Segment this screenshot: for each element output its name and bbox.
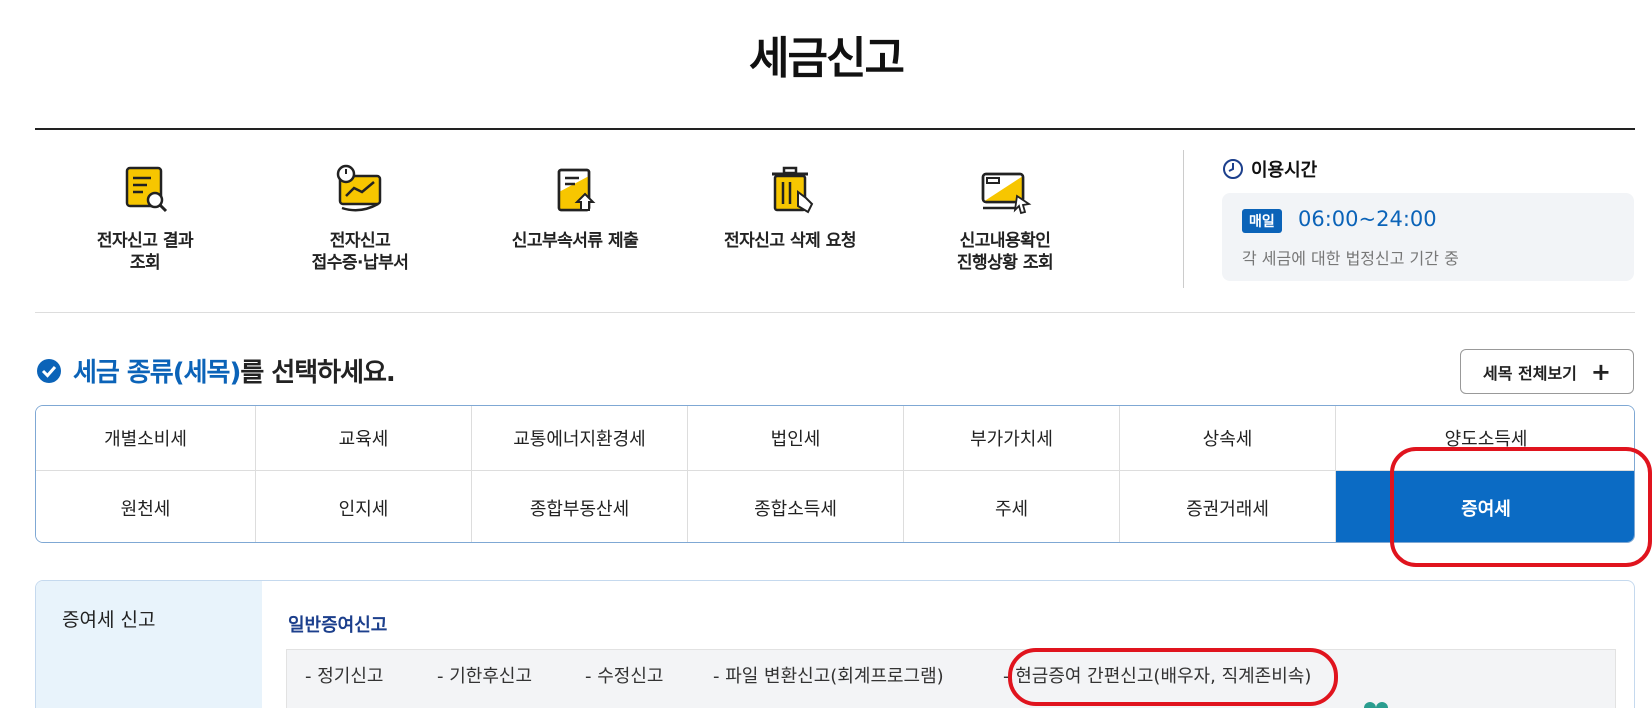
quick-menu: 전자신고 결과 조회 전자신고 접수증·납부서 신고부속서류 제출 전자신고 삭…: [35, 150, 1180, 290]
usage-hours-time: 06:00~24:00: [1298, 207, 1437, 231]
view-all-tax-types-button[interactable]: 세목 전체보기 +: [1460, 349, 1634, 394]
section-divider: [35, 312, 1635, 313]
quick-menu-label: 전자신고 접수증·납부서: [311, 231, 409, 273]
tax-type-withholding[interactable]: 원천세: [36, 471, 256, 542]
gift-tax-report-panel: 증여세 신고 일반증여신고 - 정기신고 - 기한후신고 - 수정신고 - 파일…: [35, 580, 1635, 708]
tax-type-transport-energy[interactable]: 교통에너지환경세: [472, 406, 688, 471]
trash-hand-icon: [772, 166, 814, 214]
tax-type-corporate[interactable]: 법인세: [688, 406, 904, 471]
quick-menu-label: 전자신고 삭제 요청: [724, 231, 856, 251]
report-side-panel: 증여세 신고: [36, 581, 262, 708]
tax-type-individual-consumption[interactable]: 개별소비세: [36, 406, 256, 471]
view-all-label: 세목 전체보기: [1483, 363, 1577, 383]
tax-type-select-heading: 세금 종류(세목)를 선택하세요.: [35, 352, 396, 389]
plus-icon: +: [1590, 357, 1611, 386]
quick-menu-item-attach-docs[interactable]: 신고부속서류 제출: [465, 150, 685, 252]
document-upload-icon: [557, 168, 596, 212]
quick-menu-item-review-status[interactable]: 신고내용확인 진행상황 조회: [895, 150, 1115, 274]
clock-icon: [1223, 159, 1243, 179]
link-cash-gift-simple-report[interactable]: - 현금증여 간편신고(배우자, 직계존비속): [1003, 662, 1311, 688]
usage-hours-box: 매일 06:00~24:00 각 세금에 대한 법정신고 기간 중: [1222, 193, 1634, 281]
report-subcategory-title: 일반증여신고: [288, 615, 388, 636]
link-file-conversion-report[interactable]: - 파일 변환신고(회계프로그램): [713, 662, 944, 688]
tax-type-liquor[interactable]: 주세: [904, 471, 1120, 542]
tax-type-inheritance[interactable]: 상속세: [1120, 406, 1336, 471]
tax-type-gift[interactable]: 증여세: [1336, 471, 1634, 542]
quick-menu-label: 전자신고 결과 조회: [96, 231, 194, 273]
quick-menu-item-result-inquiry[interactable]: 전자신고 결과 조회: [35, 150, 255, 274]
link-late-report[interactable]: - 기한후신고: [437, 662, 532, 688]
report-category-title: 증여세 신고: [62, 609, 156, 631]
scroll-search-icon: [125, 166, 168, 213]
clock-hand-chart-icon: [336, 164, 382, 212]
monitor-cursor-icon: [981, 172, 1032, 215]
tax-type-capital-gains[interactable]: 양도소득세: [1336, 406, 1634, 471]
link-regular-report[interactable]: - 정기신고: [305, 662, 383, 688]
tax-type-education[interactable]: 교육세: [256, 406, 472, 471]
tax-type-stamp[interactable]: 인지세: [256, 471, 472, 542]
usage-hours-title: 이용시간: [1251, 160, 1318, 181]
quick-menu-item-delete-request[interactable]: 전자신고 삭제 요청: [680, 150, 900, 252]
link-amended-report[interactable]: - 수정신고: [585, 662, 663, 688]
title-divider: [35, 128, 1635, 130]
tax-type-vat[interactable]: 부가가치세: [904, 406, 1120, 471]
tax-type-comprehensive-income[interactable]: 종합소득세: [688, 471, 904, 542]
daily-badge: 매일: [1242, 209, 1282, 233]
heading-rest: 를 선택하세요.: [240, 358, 395, 388]
page-title: 세금신고: [749, 33, 905, 84]
heading-highlight: 세금 종류(세목): [73, 358, 241, 388]
report-links-bar: - 정기신고 - 기한후신고 - 수정신고 - 파일 변환신고(회계프로그램) …: [286, 649, 1616, 708]
tax-type-comprehensive-real-estate[interactable]: 종합부동산세: [472, 471, 688, 542]
character-illustration-icon: [1364, 702, 1388, 708]
usage-hours-description: 각 세금에 대한 법정신고 기간 중: [1242, 249, 1459, 268]
quick-menu-label: 신고내용확인 진행상황 조회: [956, 231, 1054, 273]
tax-type-grid: 개별소비세 교육세 교통에너지환경세 법인세 부가가치세 상속세 양도소득세 원…: [35, 405, 1635, 543]
quick-menu-divider: [1183, 150, 1184, 288]
quick-menu-item-receipt[interactable]: 전자신고 접수증·납부서: [250, 150, 470, 274]
quick-menu-label: 신고부속서류 제출: [511, 231, 639, 251]
check-circle-icon: [37, 358, 61, 383]
usage-hours-heading: 이용시간: [1222, 156, 1317, 182]
tax-type-securities-transaction[interactable]: 증권거래세: [1120, 471, 1336, 542]
